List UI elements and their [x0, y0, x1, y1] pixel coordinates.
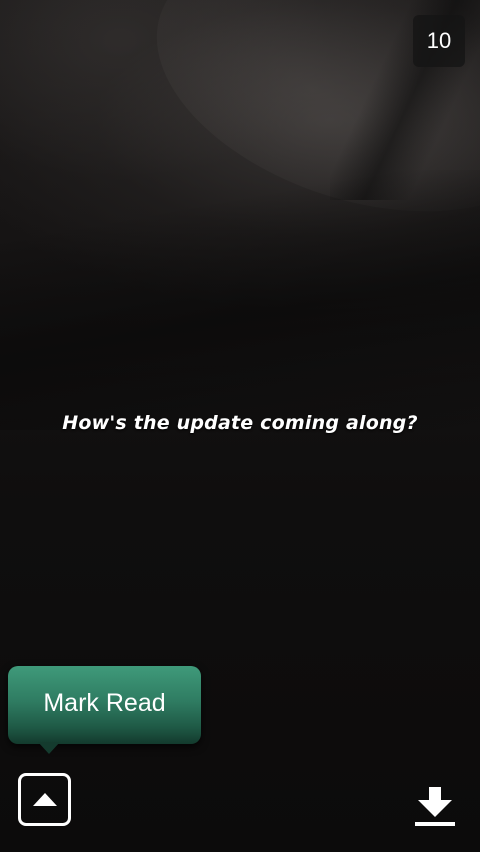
- download-button[interactable]: [410, 784, 460, 830]
- expand-button[interactable]: [18, 773, 71, 826]
- download-icon: [415, 787, 455, 826]
- mark-read-pointer: [38, 742, 60, 754]
- chevron-up-icon: [32, 792, 57, 806]
- photo-background-shadow-band: [0, 170, 480, 430]
- snap-caption: How's the update coming along?: [62, 412, 418, 434]
- mark-read-button[interactable]: Mark Read: [8, 666, 201, 744]
- snap-viewer[interactable]: 10 How's the update coming along? Mark R…: [0, 0, 480, 852]
- timer-badge: 10: [413, 15, 465, 67]
